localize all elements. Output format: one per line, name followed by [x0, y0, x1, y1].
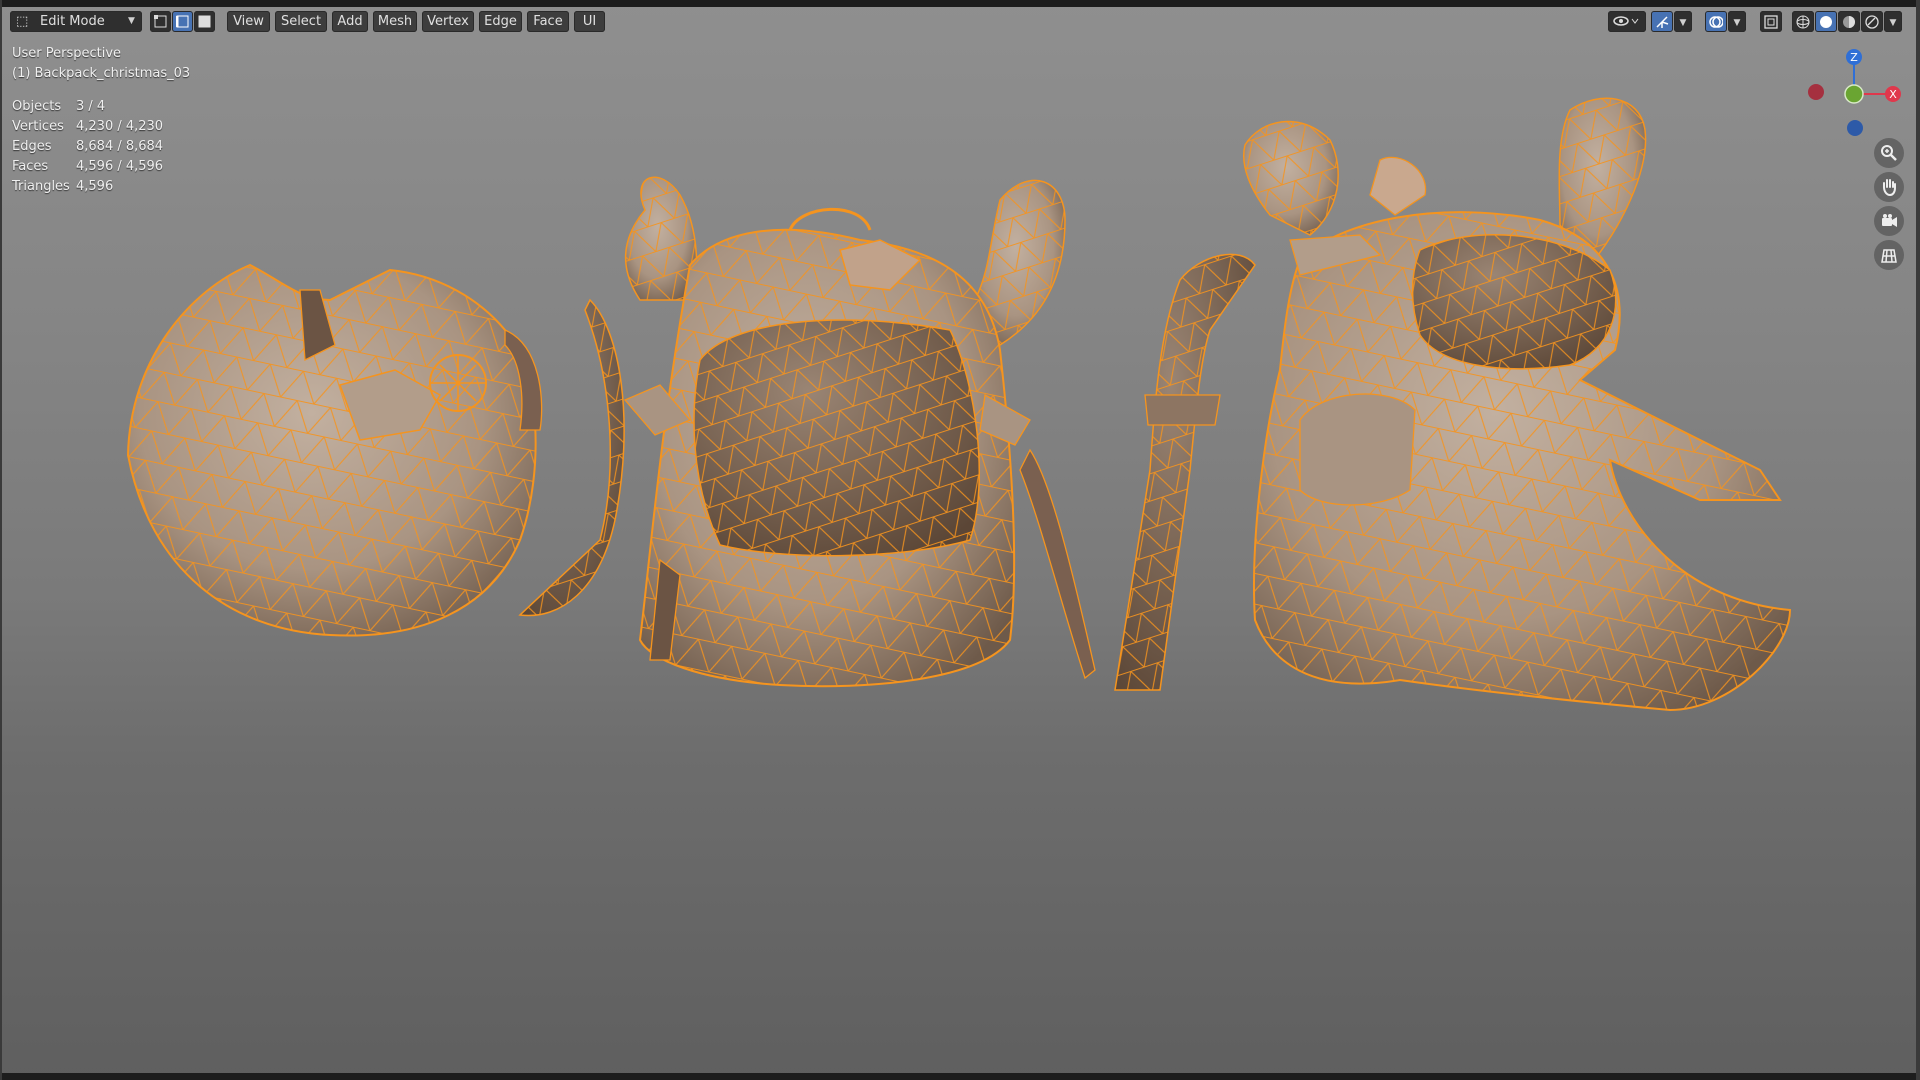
- menu-face[interactable]: Face: [527, 11, 569, 32]
- camera-icon[interactable]: [1874, 206, 1904, 236]
- wireframe-shading-icon[interactable]: [1792, 11, 1814, 32]
- menu-add[interactable]: Add: [332, 11, 368, 32]
- 3d-viewport[interactable]: User Perspective (1) Backpack_christmas_…: [0, 0, 1920, 1080]
- shading-dropdown-chevron-icon[interactable]: ▼: [1884, 11, 1902, 32]
- overlay-dropdown-chevron-icon[interactable]: ▼: [1728, 11, 1746, 32]
- gizmo-neg-x-axis[interactable]: [1808, 84, 1824, 100]
- edge-select-icon[interactable]: [172, 11, 193, 32]
- solid-shading-icon[interactable]: [1815, 11, 1837, 32]
- material-shading-icon[interactable]: [1838, 11, 1860, 32]
- viewport-header: ⬚ Edit Mode ▼ View Select Add Mesh Verte…: [0, 7, 1920, 37]
- mesh-object-round-backpack[interactable]: [126, 263, 625, 637]
- gizmo-z-label: Z: [1850, 51, 1858, 64]
- mesh-object-reindeer-backpack[interactable]: [1114, 97, 1792, 712]
- active-object-label: (1) Backpack_christmas_03: [12, 66, 191, 81]
- mode-selector[interactable]: ⬚ Edit Mode ▼: [10, 11, 142, 32]
- menu-vertex[interactable]: Vertex: [422, 11, 474, 32]
- zoom-icon[interactable]: [1874, 138, 1904, 168]
- menu-edge[interactable]: Edge: [479, 11, 522, 32]
- stat-value-edges: 8,684 / 8,684: [76, 139, 164, 154]
- gizmo-neg-z-axis[interactable]: [1847, 120, 1863, 136]
- gizmo-y-axis[interactable]: [1844, 84, 1864, 104]
- stat-label-edges: Edges: [12, 139, 52, 154]
- mesh-object-antler-backpack[interactable]: [623, 176, 1096, 688]
- stat-value-vertices: 4,230 / 4,230: [76, 119, 164, 134]
- viewport-left-edge: [0, 0, 2, 1080]
- menu-uv[interactable]: UI: [574, 11, 605, 32]
- menu-select[interactable]: Select: [275, 11, 327, 32]
- pan-hand-icon[interactable]: [1874, 172, 1904, 202]
- overlay-icon[interactable]: [1705, 11, 1727, 32]
- visibility-icon[interactable]: [1608, 11, 1646, 32]
- chevron-down-icon: ▼: [128, 16, 135, 26]
- stat-label-faces: Faces: [12, 159, 49, 174]
- vertex-select-icon[interactable]: [150, 11, 171, 32]
- stat-value-objects: 3 / 4: [76, 99, 106, 114]
- viewport-right-edge: [1916, 0, 1920, 1080]
- xray-icon[interactable]: [1760, 11, 1782, 32]
- status-bar: [0, 1073, 1920, 1080]
- stat-value-faces: 4,596 / 4,596: [76, 159, 164, 174]
- gizmo-x-label: X: [1889, 88, 1897, 101]
- ortho-grid-icon[interactable]: [1874, 240, 1904, 270]
- stat-label-vertices: Vertices: [12, 119, 64, 134]
- top-bar-strip: [0, 0, 1920, 7]
- menu-mesh[interactable]: Mesh: [373, 11, 417, 32]
- face-select-icon[interactable]: [194, 11, 215, 32]
- stat-value-triangles: 4,596: [76, 179, 114, 194]
- scene-meshes[interactable]: [0, 0, 1920, 1080]
- gizmo-dropdown-chevron-icon[interactable]: ▼: [1674, 11, 1692, 32]
- edit-mode-icon: ⬚: [16, 14, 29, 29]
- gizmo-icon[interactable]: [1651, 11, 1673, 32]
- rendered-shading-icon[interactable]: [1861, 11, 1883, 32]
- view-name-label: User Perspective: [12, 46, 122, 61]
- menu-view[interactable]: View: [227, 11, 270, 32]
- stat-label-objects: Objects: [12, 99, 62, 114]
- axis-navigation-gizmo[interactable]: Z X: [1800, 45, 1910, 145]
- stat-label-triangles: Triangles: [12, 179, 70, 194]
- mode-label: Edit Mode: [40, 14, 105, 29]
